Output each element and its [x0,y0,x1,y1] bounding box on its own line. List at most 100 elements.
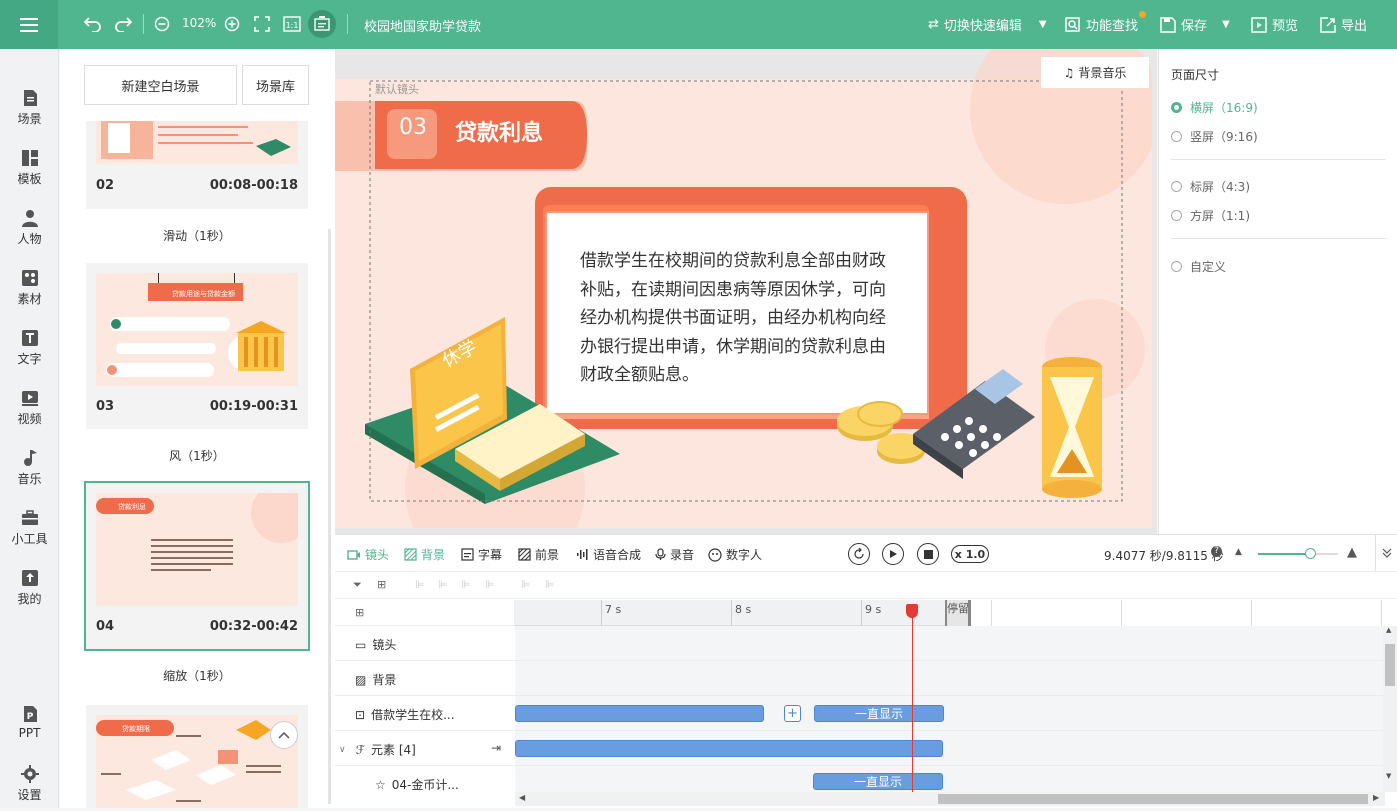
distribute-icon[interactable]: ⊫ [485,578,495,591]
group-icon[interactable]: ⊞ [377,578,386,591]
tab-record[interactable]: 录音 [655,546,694,563]
transition-label[interactable]: 滑动（1秒） [86,227,308,244]
enter-group-icon[interactable]: ⇥ [491,741,501,755]
zoom-large-icon[interactable]: ▲ [1347,545,1357,560]
arrange-icon[interactable]: ⊫ [521,578,531,591]
scene-library-button[interactable]: 场景库 [242,65,309,105]
text-box-icon: ⊡ [355,707,366,722]
new-blank-scene-button[interactable]: 新建空白场景 [84,65,237,105]
nav-settings[interactable]: 设置 [0,755,59,811]
transition-label[interactable]: 风（1秒） [86,447,308,464]
align-right-icon[interactable]: ⊫ [461,578,471,591]
nav-video[interactable]: 视频 [0,379,59,435]
switch-edit-button[interactable]: ⇄ 切换快速编辑 ▼ [928,15,1047,34]
tracks-vscrollbar[interactable]: ▲ ▼ [1383,626,1397,792]
scroll-top-button[interactable] [270,721,298,749]
nav-music[interactable]: 音乐 [0,439,59,495]
feature-search-button[interactable]: 功能查找 [1065,11,1147,34]
transition-label[interactable]: 缩放（1秒） [86,667,308,684]
caption-icon[interactable] [308,10,336,38]
end-marker[interactable]: 停留 [945,600,971,626]
tab-tts[interactable]: 语音合成 [576,546,641,563]
hamburger-icon [20,17,38,32]
tab-foreground[interactable]: 前景 [518,546,559,563]
radio-portrait[interactable]: 竖屏（9:16) [1171,128,1258,145]
person-icon [21,210,38,227]
zoom-in-icon[interactable] [222,12,242,36]
track-text[interactable]: ⊡ 借款学生在校... + 一直显示 [335,696,1397,731]
track-elements[interactable]: ∨ ℱ 元素 [4] ⇥ [335,731,1397,766]
project-title[interactable]: 校园地国家助学贷款 [364,16,481,35]
always-show-bar[interactable]: 一直显示 [813,773,943,790]
chevron-down-icon[interactable]: ▼ [1039,19,1047,30]
scene-scrollbar[interactable] [328,229,331,804]
scene-card-04[interactable]: 贷款利息 04 00:32-00:42 [84,481,310,651]
track-background[interactable]: ▨ 背景 [335,661,1397,696]
align-center-icon[interactable]: ⊫ [438,578,448,591]
elements-icon: ℱ [355,742,366,757]
track-camera[interactable]: ▭ 镜头 [335,626,1397,661]
nav-tools[interactable]: 小工具 [0,499,59,555]
nav-mine[interactable]: 我的 [0,559,59,615]
heading-number[interactable]: 03 [399,115,427,140]
replay-button[interactable] [848,543,870,565]
elements-clip-bar[interactable] [515,740,943,757]
scene-number: 03 [96,399,115,414]
tracks-hscrollbar[interactable]: ◀ ▶ [515,792,1385,806]
bg-music-button[interactable]: ♫ 背景音乐 [1041,57,1149,88]
zoom-small-icon[interactable]: ▲ [1235,547,1242,557]
heading-text[interactable]: 贷款利息 [455,115,543,147]
nav-character[interactable]: 人物 [0,199,59,255]
time-ruler[interactable]: 7 s 8 s 9 s 停留 [515,600,1385,626]
nav-material[interactable]: 素材 [0,259,59,315]
chevron-down-icon[interactable]: ▼ [1222,19,1230,30]
grid-icon[interactable]: ⊞ [355,606,364,619]
text-clip-bar[interactable] [515,705,764,722]
tab-digital-human[interactable]: 数字人 [708,546,762,563]
zoom-slider[interactable] [1258,548,1338,559]
tab-camera[interactable]: 镜头 [347,546,389,563]
always-show-bar[interactable]: 一直显示 [814,705,944,722]
stop-button[interactable] [917,543,939,565]
playhead-line[interactable] [912,613,913,793]
body-text[interactable]: 借款学生在校期间的贷款利息全部由财政补贴，在读期间因患病等原因休学，可向经办机构… [580,247,895,390]
scene-card-05[interactable]: 贷款期限 [86,705,308,808]
undo-icon[interactable] [82,12,104,36]
tab-subtitle[interactable]: 字幕 [461,546,502,563]
stage[interactable]: 默认镜头 03 贷款利息 借款学生在校期间的贷款利息全部由财政补贴，在读期间因患… [335,49,1152,528]
add-clip-button[interactable]: + [784,705,801,722]
save-button[interactable]: 保存 ▼ [1160,15,1230,34]
radio-standard[interactable]: 标屏（4:3) [1171,178,1250,195]
align-left-icon[interactable]: ⊫ [415,578,425,591]
collapse-timeline-button[interactable] [1375,535,1397,571]
radio-landscape[interactable]: 横屏（16:9) [1171,99,1258,116]
foreground-icon [518,548,531,561]
play-button[interactable] [882,543,904,565]
redo-icon[interactable] [112,12,134,36]
chevron-down-icon[interactable]: ∨ [339,745,346,755]
scene-card-02[interactable]: 02 00:08-00:18 [86,121,308,209]
thumb-title: 贷款用途与贷款金额 [172,289,235,298]
nav-ppt[interactable]: P PPT [0,695,59,751]
export-button[interactable]: 导出 [1320,15,1367,34]
filter-icon[interactable]: ⏷ [353,578,362,592]
help-icon[interactable]: ? [1211,546,1222,557]
material-icon [21,270,38,286]
radio-square[interactable]: 方屏（1:1) [1171,207,1250,224]
menu-button[interactable] [0,0,58,49]
nav-template[interactable]: 模板 [0,139,59,195]
background-icon [404,548,417,561]
speed-button[interactable]: x 1.0 [951,545,989,563]
nav-text[interactable]: 文字 [0,319,59,375]
actual-size-icon[interactable]: 1:1 [281,12,303,36]
nav-scene[interactable]: 场景 [0,79,59,135]
arrange-alt-icon[interactable]: ⊫ [545,578,555,591]
thumb-title: 贷款利息 [118,502,146,511]
zoom-out-icon[interactable] [152,12,172,36]
preview-button[interactable]: 预览 [1251,15,1298,34]
radio-custom[interactable]: 自定义 [1171,258,1226,275]
fullscreen-icon[interactable] [252,12,272,36]
scene-card-03[interactable]: 贷款用途与贷款金额 03 00:19-00:31 [86,263,308,429]
tab-background[interactable]: 背景 [404,546,445,563]
zoom-slider-thumb[interactable] [1305,548,1316,559]
